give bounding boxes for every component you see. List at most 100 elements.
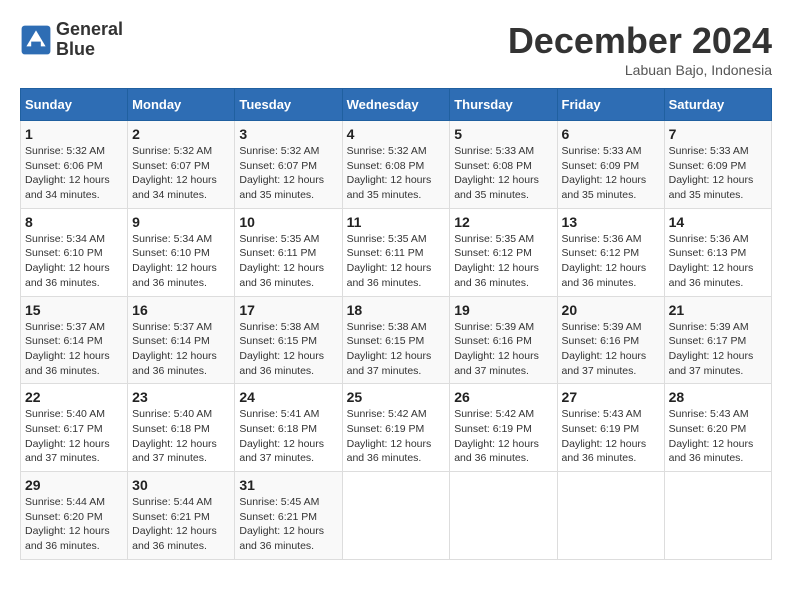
logo-text: General Blue [56,20,123,60]
calendar-cell: 27 Sunrise: 5:43 AM Sunset: 6:19 PM Dayli… [557,384,664,472]
day-number: 18 [347,302,446,318]
day-info: Sunrise: 5:33 AM Sunset: 6:09 PM Dayligh… [562,144,660,203]
day-number: 10 [239,214,337,230]
day-number: 15 [25,302,123,318]
calendar-cell: 11 Sunrise: 5:35 AM Sunset: 6:11 PM Dayli… [342,208,450,296]
day-number: 27 [562,389,660,405]
logo: General Blue [20,20,123,60]
calendar-cell: 22 Sunrise: 5:40 AM Sunset: 6:17 PM Dayli… [21,384,128,472]
calendar-cell: 7 Sunrise: 5:33 AM Sunset: 6:09 PM Daylig… [664,121,771,209]
calendar-cell: 3Sunrise: 5:32 AM Sunset: 6:07 PM Daylig… [235,121,342,209]
day-number: 1 [25,126,123,142]
logo-icon [20,24,52,56]
day-info: Sunrise: 5:40 AM Sunset: 6:17 PM Dayligh… [25,407,123,466]
day-info: Sunrise: 5:38 AM Sunset: 6:15 PM Dayligh… [239,320,337,379]
week-row: 29Sunrise: 5:44 AM Sunset: 6:20 PM Dayli… [21,472,772,560]
day-number: 14 [669,214,767,230]
day-number: 22 [25,389,123,405]
day-number: 26 [454,389,552,405]
week-row: 22 Sunrise: 5:40 AM Sunset: 6:17 PM Dayli… [21,384,772,472]
month-title: December 2024 [508,20,772,62]
calendar-cell: 12Sunrise: 5:35 AM Sunset: 6:12 PM Dayli… [450,208,557,296]
day-info: Sunrise: 5:35 AM Sunset: 6:11 PM Dayligh… [347,232,446,291]
day-number: 19 [454,302,552,318]
calendar-body: 1 Sunrise: 5:32 AM Sunset: 6:06 PM Daylig… [21,121,772,560]
calendar-cell [450,472,557,560]
calendar-cell: 10 Sunrise: 5:35 AM Sunset: 6:11 PM Dayli… [235,208,342,296]
day-info: Sunrise: 5:32 AM Sunset: 6:06 PM Dayligh… [25,144,123,203]
day-info: Sunrise: 5:34 AM Sunset: 6:10 PM Dayligh… [25,232,123,291]
day-number: 7 [669,126,767,142]
calendar-cell: 18 Sunrise: 5:38 AM Sunset: 6:15 PM Dayli… [342,296,450,384]
week-row: 1 Sunrise: 5:32 AM Sunset: 6:06 PM Daylig… [21,121,772,209]
day-number: 31 [239,477,337,493]
day-number: 25 [347,389,446,405]
page-header: General Blue December 2024 Labuan Bajo, … [20,20,772,78]
calendar-cell: 20Sunrise: 5:39 AM Sunset: 6:16 PM Dayli… [557,296,664,384]
calendar-cell: 15 Sunrise: 5:37 AM Sunset: 6:14 PM Dayli… [21,296,128,384]
day-info: Sunrise: 5:36 AM Sunset: 6:12 PM Dayligh… [562,232,660,291]
calendar-cell: 8 Sunrise: 5:34 AM Sunset: 6:10 PM Daylig… [21,208,128,296]
logo-line2: Blue [56,40,123,60]
calendar-cell [557,472,664,560]
calendar-cell: 1 Sunrise: 5:32 AM Sunset: 6:06 PM Daylig… [21,121,128,209]
calendar-cell: 16Sunrise: 5:37 AM Sunset: 6:14 PM Dayli… [128,296,235,384]
weekday-thursday: Thursday [450,89,557,121]
day-info: Sunrise: 5:38 AM Sunset: 6:15 PM Dayligh… [347,320,446,379]
day-number: 8 [25,214,123,230]
week-row: 15 Sunrise: 5:37 AM Sunset: 6:14 PM Dayli… [21,296,772,384]
calendar-cell: 9Sunrise: 5:34 AM Sunset: 6:10 PM Daylig… [128,208,235,296]
day-info: Sunrise: 5:39 AM Sunset: 6:17 PM Dayligh… [669,320,767,379]
day-info: Sunrise: 5:32 AM Sunset: 6:08 PM Dayligh… [347,144,446,203]
day-number: 16 [132,302,230,318]
day-info: Sunrise: 5:37 AM Sunset: 6:14 PM Dayligh… [25,320,123,379]
logo-line1: General [56,20,123,40]
calendar-cell: 29Sunrise: 5:44 AM Sunset: 6:20 PM Dayli… [21,472,128,560]
title-block: December 2024 Labuan Bajo, Indonesia [508,20,772,78]
day-number: 28 [669,389,767,405]
calendar-cell: 25 Sunrise: 5:42 AM Sunset: 6:19 PM Dayli… [342,384,450,472]
day-number: 29 [25,477,123,493]
day-info: Sunrise: 5:33 AM Sunset: 6:09 PM Dayligh… [669,144,767,203]
calendar: SundayMondayTuesdayWednesdayThursdayFrid… [20,88,772,560]
day-info: Sunrise: 5:44 AM Sunset: 6:21 PM Dayligh… [132,495,230,554]
calendar-cell: 28 Sunrise: 5:43 AM Sunset: 6:20 PM Dayli… [664,384,771,472]
calendar-cell: 24 Sunrise: 5:41 AM Sunset: 6:18 PM Dayli… [235,384,342,472]
day-number: 17 [239,302,337,318]
calendar-cell: 13 Sunrise: 5:36 AM Sunset: 6:12 PM Dayli… [557,208,664,296]
day-info: Sunrise: 5:42 AM Sunset: 6:19 PM Dayligh… [347,407,446,466]
day-number: 21 [669,302,767,318]
day-number: 3 [239,126,337,142]
day-info: Sunrise: 5:35 AM Sunset: 6:11 PM Dayligh… [239,232,337,291]
day-number: 20 [562,302,660,318]
day-number: 24 [239,389,337,405]
day-info: Sunrise: 5:35 AM Sunset: 6:12 PM Dayligh… [454,232,552,291]
day-info: Sunrise: 5:33 AM Sunset: 6:08 PM Dayligh… [454,144,552,203]
day-info: Sunrise: 5:32 AM Sunset: 6:07 PM Dayligh… [132,144,230,203]
day-number: 11 [347,214,446,230]
weekday-tuesday: Tuesday [235,89,342,121]
calendar-cell: 4Sunrise: 5:32 AM Sunset: 6:08 PM Daylig… [342,121,450,209]
day-info: Sunrise: 5:40 AM Sunset: 6:18 PM Dayligh… [132,407,230,466]
day-info: Sunrise: 5:36 AM Sunset: 6:13 PM Dayligh… [669,232,767,291]
weekday-wednesday: Wednesday [342,89,450,121]
day-number: 5 [454,126,552,142]
weekday-saturday: Saturday [664,89,771,121]
day-info: Sunrise: 5:39 AM Sunset: 6:16 PM Dayligh… [454,320,552,379]
calendar-cell: 14 Sunrise: 5:36 AM Sunset: 6:13 PM Dayli… [664,208,771,296]
day-number: 9 [132,214,230,230]
weekday-monday: Monday [128,89,235,121]
day-number: 2 [132,126,230,142]
calendar-cell: 17 Sunrise: 5:38 AM Sunset: 6:15 PM Dayli… [235,296,342,384]
weekday-row: SundayMondayTuesdayWednesdayThursdayFrid… [21,89,772,121]
day-info: Sunrise: 5:41 AM Sunset: 6:18 PM Dayligh… [239,407,337,466]
calendar-cell: 31 Sunrise: 5:45 AM Sunset: 6:21 PM Dayli… [235,472,342,560]
weekday-sunday: Sunday [21,89,128,121]
calendar-cell: 6 Sunrise: 5:33 AM Sunset: 6:09 PM Daylig… [557,121,664,209]
day-info: Sunrise: 5:45 AM Sunset: 6:21 PM Dayligh… [239,495,337,554]
calendar-cell: 21 Sunrise: 5:39 AM Sunset: 6:17 PM Dayli… [664,296,771,384]
day-number: 13 [562,214,660,230]
day-number: 6 [562,126,660,142]
day-info: Sunrise: 5:43 AM Sunset: 6:19 PM Dayligh… [562,407,660,466]
day-info: Sunrise: 5:43 AM Sunset: 6:20 PM Dayligh… [669,407,767,466]
